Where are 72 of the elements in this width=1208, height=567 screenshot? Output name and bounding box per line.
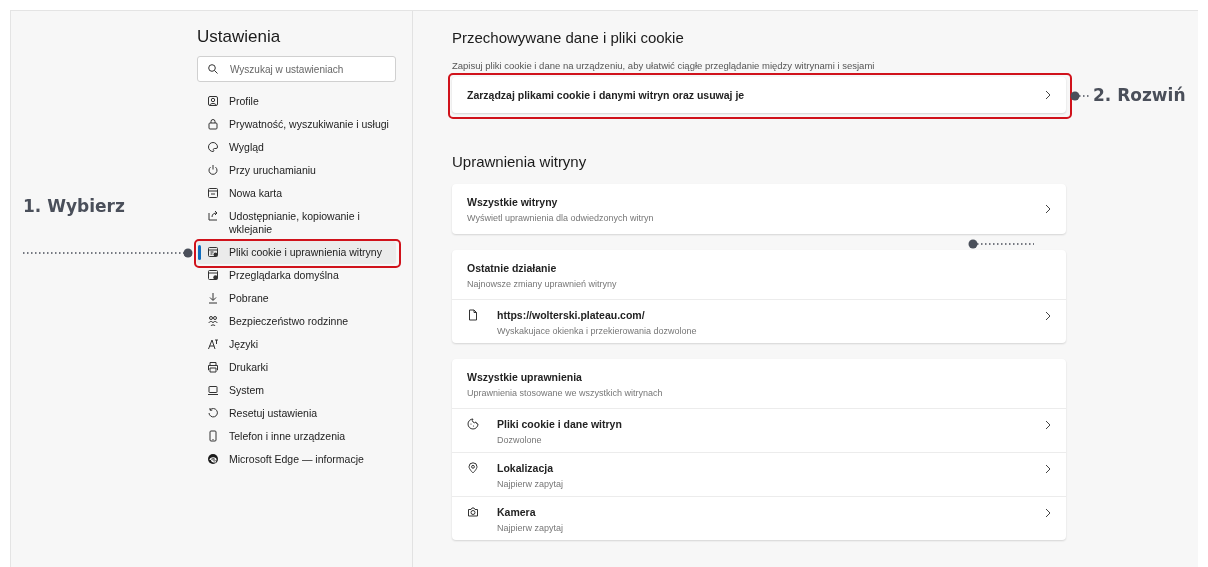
row-subtitle: Najpierw zapytaj <box>497 523 565 533</box>
row-title: Zarządzaj plikami cookie i danymi witryn oraz usuwaj je <box>467 89 745 101</box>
share-icon <box>207 210 219 222</box>
sidebar-item[interactable]: Prywatność, wyszukiwanie i usługi <box>197 113 396 136</box>
phone-icon <box>207 430 219 442</box>
row-subtitle: Najpierw zapytaj <box>497 479 565 489</box>
sidebar-item[interactable]: Telefon i inne urządzenia <box>197 425 396 448</box>
sidebar-item[interactable]: Profile <box>197 90 396 113</box>
sidebar-item[interactable]: Wygląd <box>197 136 396 159</box>
chevron-right-icon <box>1044 204 1052 214</box>
row-title: Kamera <box>497 506 537 518</box>
section-heading: Uprawnienia witryny <box>452 153 588 170</box>
row-subtitle: Wyskakujace okienka i przekierowania dozwolone <box>497 326 698 336</box>
chevron-right-icon <box>1044 311 1052 321</box>
browser-icon <box>207 269 219 281</box>
annotation-label: 2. Rozwiń <box>1093 85 1186 105</box>
card-title: Ostatnie działanie <box>467 262 558 274</box>
sidebar-item[interactable]: Microsoft Edge — informacje <box>197 448 396 471</box>
leader-line <box>1070 91 1090 101</box>
sidebar-item[interactable]: Udostępnianie, kopiowanie i wklejanie <box>197 205 396 241</box>
permission-row[interactable]: Kamera Najpierw zapytaj <box>452 496 1066 540</box>
chevron-right-icon <box>1044 90 1052 100</box>
lock-icon <box>207 118 219 130</box>
browser-logo-icon <box>207 453 219 465</box>
leader-line <box>968 239 1034 249</box>
settings-title: Ustawienia <box>197 27 282 47</box>
sidebar-item[interactable]: Nowa karta <box>197 182 396 205</box>
row-title: Wszystkie witryny <box>467 195 559 208</box>
sidebar-item[interactable]: Języki <box>197 333 396 356</box>
power-icon <box>207 164 219 176</box>
family-icon <box>207 315 219 327</box>
tab-icon <box>207 187 219 199</box>
row-title: Lokalizacja <box>497 462 555 474</box>
sidebar-item[interactable]: Przeglądarka domyślna <box>197 264 396 287</box>
recent-site-row[interactable]: https://wolterski.plateau.com/ Wyskakujace okienka i przekierowania dozwolone <box>452 299 1066 343</box>
palette-icon <box>207 141 219 153</box>
sidebar-item[interactable]: Resetuj ustawienia <box>197 402 396 425</box>
location-pin-icon <box>467 462 479 474</box>
row-title: Pliki cookie i dane witryn <box>497 418 623 430</box>
permission-row[interactable]: Lokalizacja Najpierw zapytaj <box>452 452 1066 496</box>
sidebar-item[interactable]: System <box>197 379 396 402</box>
page-icon <box>467 309 479 321</box>
card-title: Wszystkie uprawnienia <box>467 371 583 383</box>
permission-row[interactable]: Pliki cookie i dane witryn Dozwolone <box>452 408 1066 452</box>
chevron-right-icon <box>1044 464 1052 474</box>
sidebar-item[interactable]: Drukarki <box>197 356 396 379</box>
download-icon <box>207 292 219 304</box>
row-title: https://wolterski.plateau.com/ <box>497 309 646 321</box>
sidebar-item[interactable]: Przy uruchamianiu <box>197 159 396 182</box>
printer-icon <box>207 361 219 373</box>
sidebar-item[interactable]: Pobrane <box>197 287 396 310</box>
manage-cookies-row[interactable]: Zarządzaj plikami cookie i danymi witryn oraz usuwaj je <box>452 77 1066 113</box>
cookie-settings-icon <box>207 246 219 258</box>
chevron-right-icon <box>1044 508 1052 518</box>
reset-icon <box>207 407 219 419</box>
chevron-right-icon <box>1044 420 1052 430</box>
annotation-label: 1. Wybierz <box>23 196 125 216</box>
all-sites-row[interactable]: Wszystkie witryny Wyświetl uprawnienia dla odwiedzonych witryn <box>452 184 1066 234</box>
sidebar-item[interactable]: Pliki cookie i uprawnienia witryny <box>197 241 396 264</box>
section-heading: Przechowywane dane i pliki cookie <box>452 29 685 46</box>
row-subtitle: Wyświetl uprawnienia dla odwiedzonych witryn <box>467 212 654 223</box>
camera-icon <box>467 506 479 518</box>
section-description: Zapisuj pliki cookie i dane na urządzeniu, aby ułatwić ciągłe przeglądanie między witrynami i sesjami <box>452 60 876 71</box>
cookie-icon <box>467 418 479 430</box>
laptop-icon <box>207 384 219 396</box>
language-icon <box>207 338 219 350</box>
sidebar-item[interactable]: Bezpieczeństwo rodzinne <box>197 310 396 333</box>
card-subtitle: Najnowsze zmiany uprawnień witryny <box>467 279 618 289</box>
search-field[interactable]: Wyszukaj w ustawieniach <box>197 56 396 82</box>
card-subtitle: Uprawnienia stosowane we wszystkich witrynach <box>467 388 664 398</box>
profile-icon <box>207 95 219 107</box>
row-subtitle: Dozwolone <box>497 435 543 445</box>
